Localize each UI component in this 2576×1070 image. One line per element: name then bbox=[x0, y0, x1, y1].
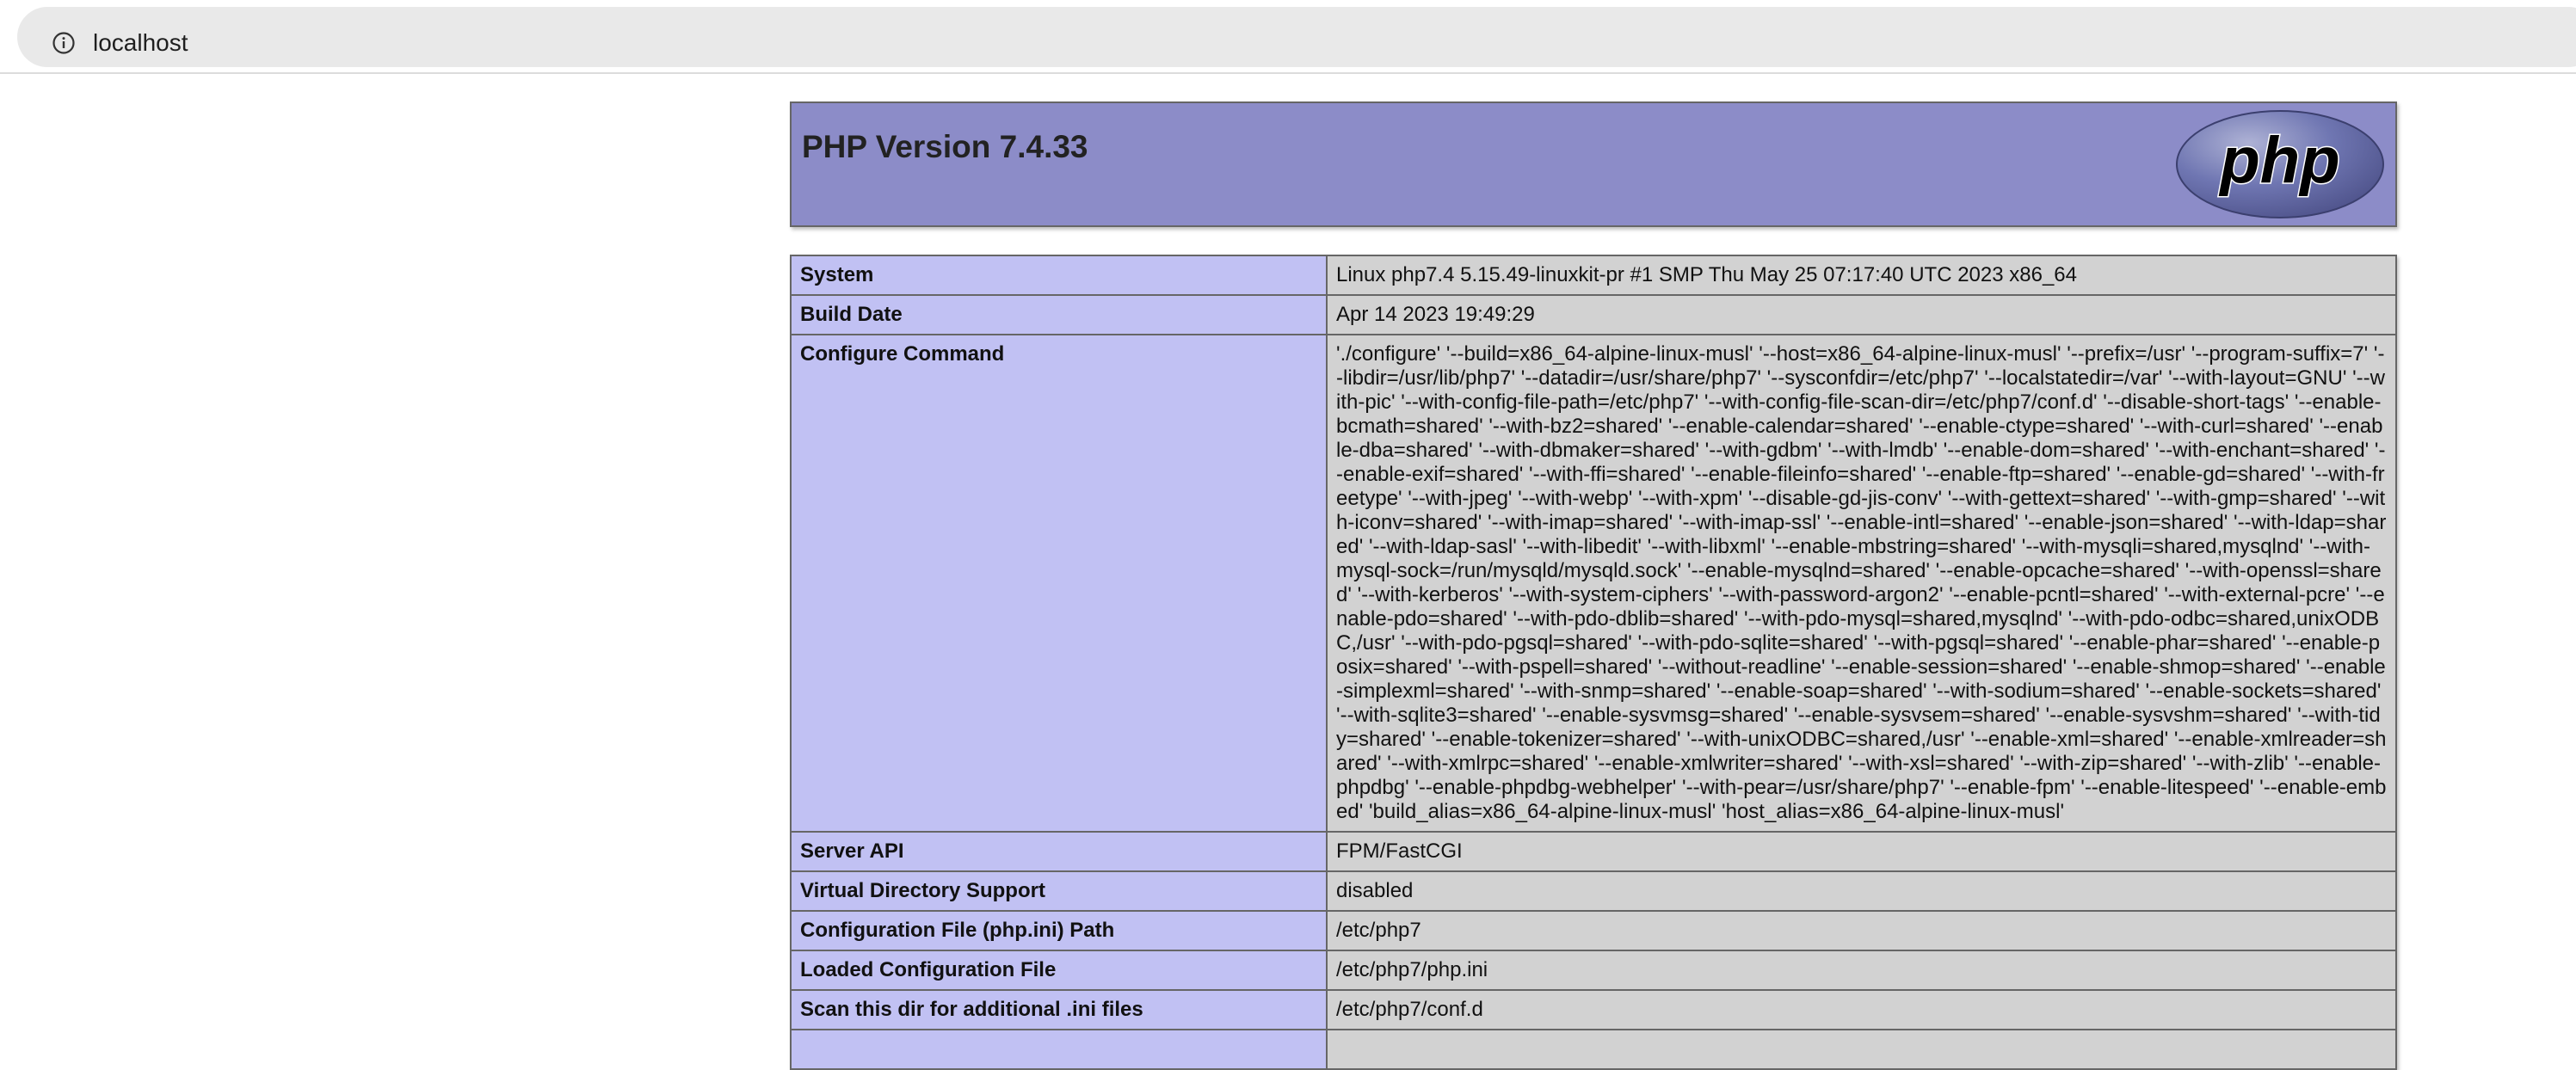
table-row: Virtual Directory Support disabled bbox=[790, 870, 2397, 912]
page-title: PHP Version 7.4.33 bbox=[802, 129, 1088, 164]
info-icon[interactable] bbox=[52, 31, 76, 55]
table-row bbox=[790, 1029, 2397, 1070]
row-label: Scan this dir for additional .ini files bbox=[790, 989, 1328, 1030]
row-label: Loaded Configuration File bbox=[790, 950, 1328, 991]
table-row: Scan this dir for additional .ini files … bbox=[790, 989, 2397, 1030]
browser-toolbar: localhost bbox=[0, 0, 2576, 74]
row-label: System bbox=[790, 255, 1328, 296]
php-logo[interactable]: php bbox=[2173, 108, 2387, 220]
row-label: Virtual Directory Support bbox=[790, 870, 1328, 912]
php-info-table: System Linux php7.4 5.15.49-linuxkit-pr … bbox=[790, 255, 2397, 1070]
address-bar[interactable]: localhost bbox=[17, 7, 2576, 67]
table-row: Server API FPM/FastCGI bbox=[790, 831, 2397, 872]
row-value: Linux php7.4 5.15.49-linuxkit-pr #1 SMP … bbox=[1326, 255, 2397, 296]
row-value: /etc/php7 bbox=[1326, 910, 2397, 951]
row-label: Build Date bbox=[790, 294, 1328, 335]
row-value: FPM/FastCGI bbox=[1326, 831, 2397, 872]
row-value: disabled bbox=[1326, 870, 2397, 912]
php-version-header: PHP Version 7.4.33 php bbox=[790, 101, 2397, 227]
table-row: System Linux php7.4 5.15.49-linuxkit-pr … bbox=[790, 255, 2397, 296]
row-label: Configure Command bbox=[790, 334, 1328, 833]
row-value: './configure' '--build=x86_64-alpine-lin… bbox=[1326, 334, 2397, 833]
php-logo-text: php bbox=[2218, 124, 2339, 197]
row-value: /etc/php7/conf.d bbox=[1326, 989, 2397, 1030]
table-row: Build Date Apr 14 2023 19:49:29 bbox=[790, 294, 2397, 335]
table-row: Configuration File (php.ini) Path /etc/p… bbox=[790, 910, 2397, 951]
row-label: Configuration File (php.ini) Path bbox=[790, 910, 1328, 951]
row-value: /etc/php7/php.ini bbox=[1326, 950, 2397, 991]
row-label bbox=[790, 1029, 1328, 1070]
table-row: Configure Command './configure' '--build… bbox=[790, 334, 2397, 833]
url-text: localhost bbox=[93, 29, 188, 56]
table-row: Loaded Configuration File /etc/php7/php.… bbox=[790, 950, 2397, 991]
row-value: Apr 14 2023 19:49:29 bbox=[1326, 294, 2397, 335]
row-value bbox=[1326, 1029, 2397, 1070]
row-label: Server API bbox=[790, 831, 1328, 872]
